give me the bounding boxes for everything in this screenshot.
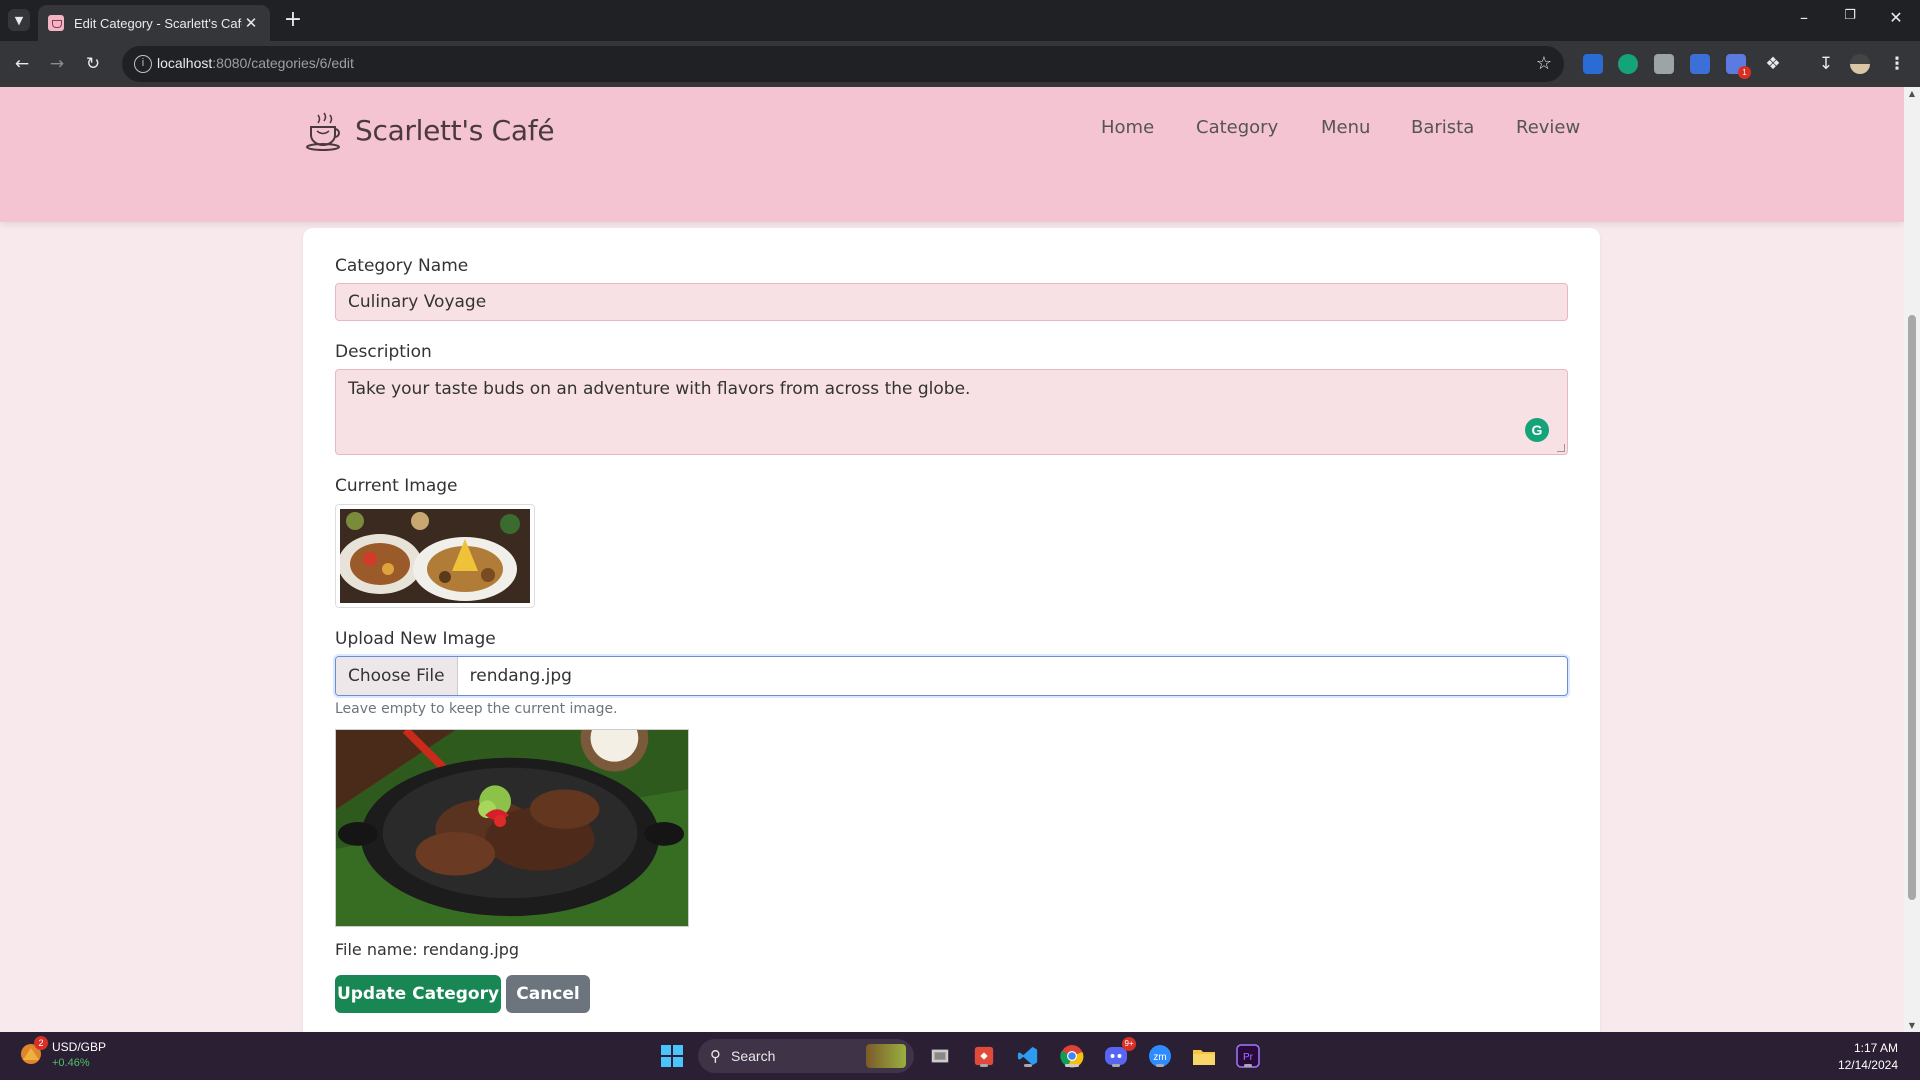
coffee-cup-icon — [306, 112, 340, 151]
description-textarea[interactable]: Take your taste buds on an adventure wit… — [335, 369, 1568, 455]
upload-new-image-label: Upload New Image — [335, 629, 496, 649]
extension-icon[interactable]: 1 — [1726, 54, 1751, 79]
app-icon[interactable] — [970, 1042, 998, 1070]
resize-handle[interactable] — [1557, 444, 1565, 452]
new-tab-icon[interactable]: + — [281, 8, 305, 32]
profile-icon[interactable] — [1850, 54, 1870, 74]
running-indicator — [1112, 1064, 1120, 1067]
running-indicator — [1024, 1064, 1032, 1067]
site-info-icon[interactable]: i — [134, 55, 152, 73]
widget-badge: 2 — [34, 1036, 48, 1050]
task-view-icon[interactable] — [926, 1042, 954, 1070]
address-bar[interactable]: i localhost:8080/categories/6/edit ☆ — [122, 46, 1564, 82]
description-text: Take your taste buds on an adventure wit… — [348, 379, 971, 399]
favicon-icon — [48, 15, 64, 31]
brand-name: Scarlett's Café — [355, 113, 555, 147]
windows-taskbar: 2 USD/GBP +0.46% ⚲ Search 9+ zm Pr 1:17 … — [0, 1032, 1920, 1080]
extensions-puzzle-icon[interactable]: ❖ — [1761, 52, 1785, 76]
stock-widget[interactable]: 2 USD/GBP +0.46% — [18, 1036, 107, 1069]
brand-link[interactable]: Scarlett's Café — [303, 109, 555, 151]
svg-text:Pr: Pr — [1243, 1052, 1254, 1063]
selected-file-name: rendang.jpg — [469, 666, 572, 686]
browser-tab-strip: ▼ Edit Category - Scarlett's Cafe ✕ + – … — [0, 0, 1920, 41]
back-icon[interactable]: ← — [10, 52, 34, 76]
running-indicator — [980, 1064, 988, 1067]
choose-file-button[interactable]: Choose File — [336, 657, 458, 695]
ticker-name: USD/GBP — [52, 1040, 107, 1054]
ticker-change: +0.46% — [52, 1057, 90, 1069]
new-image-picture — [336, 730, 688, 926]
upload-help-text: Leave empty to keep the current image. — [335, 701, 618, 717]
category-name-label: Category Name — [335, 256, 469, 276]
cancel-button[interactable]: Cancel — [506, 975, 590, 1013]
grammarly-icon[interactable]: G — [1525, 418, 1549, 442]
restore-icon[interactable]: ❐ — [1838, 8, 1862, 23]
edit-category-card: Category Name Culinary Voyage Descriptio… — [303, 228, 1600, 1032]
current-image-picture — [340, 509, 530, 603]
current-image — [335, 504, 535, 608]
extension-icon[interactable] — [1583, 54, 1603, 74]
tab-title: Edit Category - Scarlett's Cafe — [74, 15, 242, 31]
nav-category[interactable]: Category — [1196, 117, 1278, 138]
category-name-input[interactable]: Culinary Voyage — [335, 283, 1568, 321]
file-input[interactable]: Choose File rendang.jpg — [335, 656, 1568, 696]
taskbar-search-text: Search — [731, 1048, 776, 1064]
zoom-icon[interactable]: zm — [1146, 1042, 1174, 1070]
minimize-icon[interactable]: – — [1792, 8, 1816, 27]
page-scrollbar[interactable]: ▲ ▼ — [1904, 87, 1920, 1032]
page-viewport: Scarlett's Café Home Category Menu Baris… — [0, 87, 1920, 1032]
scroll-down-icon[interactable]: ▼ — [1907, 1021, 1917, 1030]
description-label: Description — [335, 342, 432, 362]
url-text[interactable]: localhost:8080/categories/6/edit — [157, 55, 354, 71]
site-header: Scarlett's Café Home Category Menu Baris… — [0, 87, 1904, 222]
nav-menu[interactable]: Menu — [1321, 117, 1370, 138]
forward-icon[interactable]: → — [45, 52, 69, 76]
running-indicator — [1065, 1064, 1079, 1067]
clock-time: 1:17 AM — [1853, 1041, 1898, 1055]
premiere-pro-icon[interactable]: Pr — [1234, 1042, 1262, 1070]
reload-icon[interactable]: ↻ — [81, 52, 105, 76]
system-clock[interactable]: 1:17 AM 12/14/2024 — [1838, 1040, 1898, 1074]
clock-date: 12/14/2024 — [1837, 1058, 1898, 1072]
extension-badge: 1 — [1738, 66, 1751, 79]
browser-toolbar: ← → ↻ i localhost:8080/categories/6/edit… — [0, 41, 1920, 87]
windows-start-icon[interactable] — [658, 1042, 686, 1070]
close-tab-icon[interactable]: ✕ — [242, 14, 260, 32]
nav-home[interactable]: Home — [1101, 117, 1154, 138]
grammarly-extension-icon[interactable] — [1618, 54, 1638, 74]
browser-tab[interactable]: Edit Category - Scarlett's Cafe ✕ — [38, 5, 270, 41]
running-indicator — [1156, 1064, 1164, 1067]
nav-review[interactable]: Review — [1516, 117, 1580, 138]
tab-search-icon[interactable]: ▼ — [8, 9, 30, 31]
ticker-icon: 2 — [18, 1036, 48, 1066]
discord-icon[interactable]: 9+ — [1102, 1037, 1136, 1070]
svg-text:zm: zm — [1153, 1052, 1166, 1063]
discord-badge: 9+ — [1122, 1037, 1136, 1051]
scroll-thumb[interactable] — [1908, 315, 1916, 900]
bookmark-star-icon[interactable]: ☆ — [1536, 53, 1552, 74]
translate-extension-icon[interactable] — [1690, 54, 1710, 74]
scroll-up-icon[interactable]: ▲ — [1907, 89, 1917, 98]
search-highlight-icon — [866, 1044, 906, 1068]
running-indicator — [1244, 1064, 1252, 1067]
update-category-button[interactable]: Update Category — [335, 975, 501, 1013]
close-window-icon[interactable]: ✕ — [1884, 8, 1908, 27]
download-icon[interactable]: ↧ — [1814, 52, 1838, 76]
new-image-preview — [335, 729, 689, 927]
file-explorer-icon[interactable] — [1190, 1042, 1218, 1070]
chrome-icon[interactable] — [1058, 1042, 1086, 1070]
menu-icon[interactable]: ⋮ — [1885, 52, 1909, 76]
file-name-caption: File name: rendang.jpg — [335, 940, 520, 959]
search-icon: ⚲ — [710, 1047, 721, 1065]
extension-icon[interactable] — [1654, 54, 1674, 74]
taskbar-search[interactable]: ⚲ Search — [698, 1039, 914, 1073]
nav-barista[interactable]: Barista — [1411, 117, 1474, 138]
vscode-icon[interactable] — [1014, 1042, 1042, 1070]
current-image-label: Current Image — [335, 476, 458, 496]
